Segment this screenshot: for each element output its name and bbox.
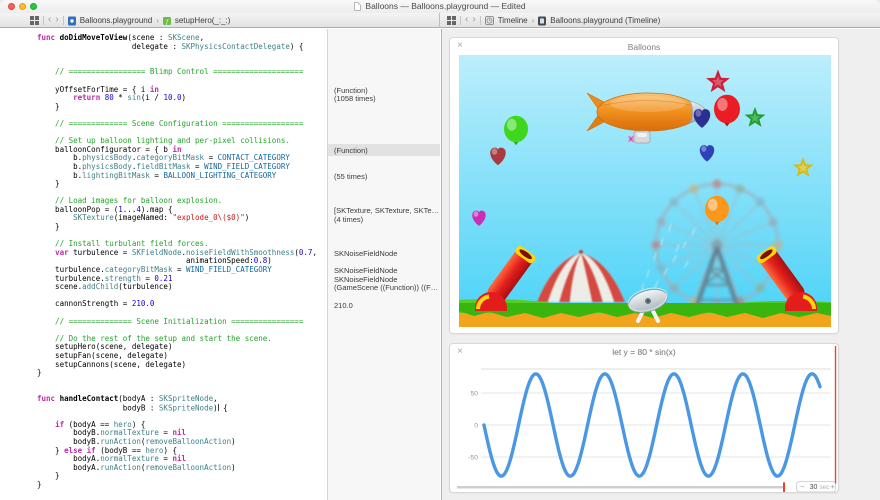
code-line[interactable]: } — [37, 481, 327, 490]
back-icon[interactable]: ‹ — [465, 15, 468, 25]
code-line[interactable]: } — [37, 223, 327, 232]
breadcrumb-file[interactable]: Balloons.playground — [80, 16, 153, 25]
result-value[interactable]: (4 times) — [328, 213, 440, 225]
code-editor[interactable]: func doDidMoveToView(scene : SKScene, de… — [0, 29, 327, 500]
code-line[interactable]: cannonStrength = 210.0 — [37, 300, 327, 309]
stepper-unit: sec — [820, 484, 830, 491]
divider — [480, 16, 481, 25]
result-value[interactable]: 210.0 — [328, 299, 440, 311]
code-line[interactable]: // ================= Blimp Control =====… — [37, 68, 327, 77]
result-value[interactable]: (1058 times) — [328, 93, 440, 105]
breadcrumb-timeline[interactable]: Timeline — [498, 16, 528, 25]
code-line[interactable]: SKTexture(imageNamed: "explode_0\($0)") — [37, 214, 327, 223]
related-items-icon[interactable] — [30, 16, 39, 25]
code-line[interactable]: scene.addChild(turbulence) — [37, 283, 327, 292]
blimp-gondola — [634, 131, 650, 143]
results-sidebar: (Function)(1058 times)(Function)(55 time… — [327, 29, 440, 500]
code-line[interactable]: } — [37, 103, 327, 112]
back-icon[interactable]: ‹ — [48, 15, 51, 25]
result-value[interactable]: (Function) — [328, 144, 440, 156]
code-line[interactable] — [37, 378, 327, 387]
code-line[interactable]: b.lightingBitMask = BALLOON_LIGHTING_CAT… — [37, 172, 327, 181]
code-line[interactable]: bodyA.runAction(removeBalloonAction) — [37, 464, 327, 473]
breadcrumb-timeline-doc[interactable]: Balloons.playground (Timeline) — [550, 16, 660, 25]
document-icon — [354, 2, 361, 11]
code-line[interactable]: bodyB : SKSpriteNode) { — [37, 404, 327, 413]
stepper-value: 30 — [810, 484, 818, 491]
code-line[interactable] — [37, 51, 327, 60]
code-line[interactable]: // ============= Scene Configuration ===… — [37, 120, 327, 129]
graph-card: × let y = 80 * sin(x) 500-50−30sec+ — [449, 343, 839, 493]
function-icon: f — [163, 17, 171, 25]
timeline-playhead[interactable] — [783, 482, 785, 492]
window-title: Balloons — Balloons.playground — Edited — [365, 1, 525, 11]
code-line[interactable]: } — [37, 472, 327, 481]
result-value[interactable]: SKNoiseFieldNode — [328, 248, 440, 260]
y-tick-label: -50 — [468, 454, 478, 461]
forward-icon[interactable]: › — [55, 15, 58, 25]
live-view-title: Balloons — [450, 42, 838, 52]
forward-icon[interactable]: › — [472, 15, 475, 25]
breadcrumb-symbol[interactable]: setupHero(_:_:) — [175, 16, 231, 25]
xcode-window: Balloons — Balloons.playground — Edited … — [0, 0, 880, 500]
breadcrumb-separator: › — [532, 16, 535, 25]
y-tick-label: 0 — [474, 422, 478, 429]
timeline-pane: × Balloons — [441, 29, 880, 500]
balloons-scene — [459, 55, 831, 327]
code-line[interactable]: return 80 * sin(i / 10.0) — [37, 94, 327, 103]
jump-bar-left: ‹ › Balloons.playground › f setupHero(_:… — [0, 13, 440, 28]
divider — [63, 16, 64, 25]
value-history-graph: 50 0 -50 −30sec+ — [450, 344, 838, 492]
timeline-doc-icon — [538, 16, 546, 26]
stepper-plus-button[interactable]: + — [830, 482, 835, 491]
live-view-card: × Balloons — [449, 37, 839, 334]
divider — [460, 16, 461, 25]
code-line[interactable]: delegate : SKPhysicsContactDelegate) { — [37, 43, 327, 52]
source-editor-pane: func doDidMoveToView(scene : SKScene, de… — [0, 29, 440, 500]
playground-file-icon — [68, 16, 76, 26]
code-line[interactable]: } — [37, 180, 327, 189]
result-value[interactable]: (GameScene ((Function)) ((F… — [328, 282, 440, 294]
code-line[interactable]: setupCannons(scene, delegate) — [37, 361, 327, 370]
titlebar: Balloons — Balloons.playground — Edited — [0, 0, 880, 13]
window-title-row: Balloons — Balloons.playground — Edited — [0, 1, 880, 11]
divider — [43, 16, 44, 25]
result-value[interactable]: (55 times) — [328, 170, 440, 182]
code-line[interactable]: } — [37, 369, 327, 378]
y-tick-label: 50 — [470, 390, 478, 397]
stepper-minus-button[interactable]: − — [800, 482, 805, 491]
jump-bar-right: ‹ › Timeline › Balloons.playground (Time… — [441, 13, 880, 28]
related-items-icon[interactable] — [447, 16, 456, 25]
timeline-clock-icon — [485, 16, 494, 25]
editor-area: func doDidMoveToView(scene : SKScene, de… — [0, 29, 880, 500]
breadcrumb-separator: › — [156, 16, 159, 25]
jump-bar: ‹ › Balloons.playground › f setupHero(_:… — [0, 13, 880, 28]
code-line[interactable]: // ============== Scene Initialization =… — [37, 318, 327, 327]
